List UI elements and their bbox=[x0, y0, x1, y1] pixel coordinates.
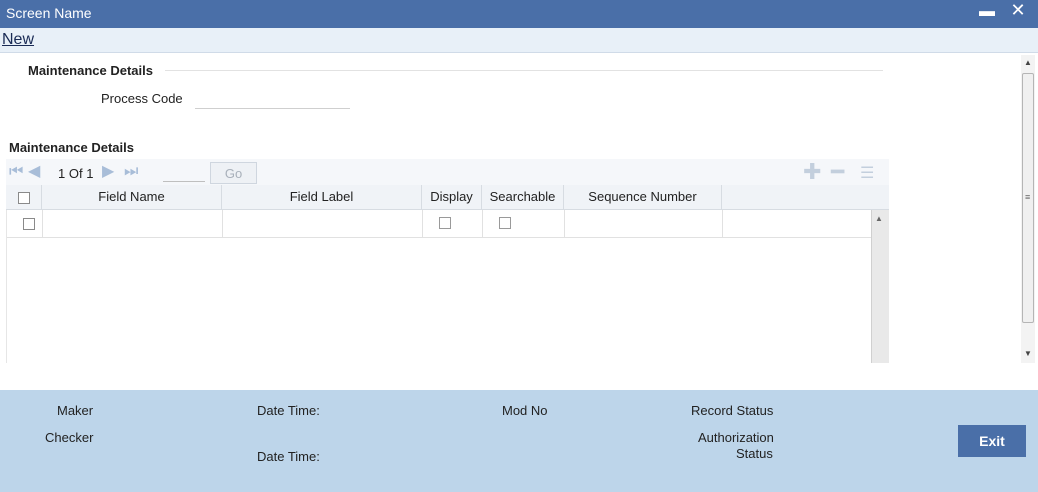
close-icon[interactable]: ✕ bbox=[1008, 1, 1028, 21]
remove-row-icon[interactable]: ━ bbox=[831, 161, 844, 183]
column-header-display[interactable]: Display bbox=[422, 185, 482, 210]
window-title: Screen Name bbox=[6, 5, 92, 21]
grid-toolbar: ⏮ ◀ 1 Of 1 ▶ ⏭ Go ✚ ━ ☰ bbox=[6, 159, 889, 185]
mod-no-label: Mod No bbox=[502, 403, 548, 418]
grid-scroll-up-icon[interactable]: ▲ bbox=[875, 214, 883, 223]
current-page: 1 bbox=[58, 166, 66, 181]
menu-bar: New bbox=[0, 28, 1038, 53]
row-select-cell bbox=[7, 210, 43, 238]
process-code-label: Process Code bbox=[101, 91, 183, 106]
select-all-checkbox[interactable] bbox=[17, 191, 30, 204]
searchable-cell bbox=[483, 210, 565, 238]
checker-date-time-label: Date Time: bbox=[257, 449, 320, 464]
table-row bbox=[7, 210, 872, 238]
grid-section-header: Maintenance Details bbox=[9, 140, 134, 155]
title-bar: Screen Name ▬ ✕ bbox=[0, 0, 1038, 28]
field-label-cell[interactable] bbox=[223, 210, 423, 238]
new-link[interactable]: New bbox=[2, 31, 34, 49]
grid-header: Field Name Field Label Display Searchabl… bbox=[6, 185, 889, 210]
process-code-input[interactable] bbox=[195, 89, 350, 109]
maker-label: Maker bbox=[57, 403, 94, 418]
audit-footer: Maker Checker Date Time: Date Time: Mod … bbox=[0, 390, 1038, 492]
next-page-icon[interactable]: ▶ bbox=[102, 164, 114, 182]
display-checkbox[interactable] bbox=[439, 217, 451, 229]
sequence-number-cell[interactable] bbox=[565, 210, 723, 238]
maintenance-details-header: Maintenance Details bbox=[28, 63, 153, 78]
column-header-searchable[interactable]: Searchable bbox=[482, 185, 564, 210]
column-header-field-name[interactable]: Field Name bbox=[42, 185, 222, 210]
column-header-field-label[interactable]: Field Label bbox=[222, 185, 422, 210]
maker-date-time-label: Date Time: bbox=[257, 403, 320, 418]
authorization-label: Authorization bbox=[698, 430, 774, 445]
last-page-icon[interactable]: ⏭ bbox=[124, 164, 138, 182]
exit-button[interactable]: Exit bbox=[958, 425, 1026, 457]
page-scrollbar[interactable]: ▲ ≡ ▼ bbox=[1021, 55, 1035, 363]
section-divider bbox=[165, 70, 883, 71]
row-select-checkbox[interactable] bbox=[23, 218, 35, 230]
authorization-status-label: Status bbox=[736, 446, 773, 461]
main-content: Maintenance Details Process Code Mainten… bbox=[0, 53, 1020, 390]
scroll-grip-icon: ≡ bbox=[1025, 192, 1031, 202]
page-info: 1 Of 1 bbox=[58, 166, 93, 181]
grid-body bbox=[6, 210, 872, 363]
select-all-cell bbox=[6, 185, 42, 210]
display-cell bbox=[423, 210, 483, 238]
column-header-sequence-number[interactable]: Sequence Number bbox=[564, 185, 722, 210]
total-pages: 1 bbox=[86, 166, 94, 181]
add-row-icon[interactable]: ✚ bbox=[803, 161, 821, 183]
grid-scrollbar[interactable]: ▲ bbox=[871, 210, 889, 363]
field-name-cell[interactable] bbox=[43, 210, 223, 238]
single-record-view-icon[interactable]: ☰ bbox=[860, 163, 874, 185]
scroll-down-icon[interactable]: ▼ bbox=[1021, 349, 1035, 359]
searchable-checkbox[interactable] bbox=[499, 217, 511, 229]
go-button[interactable]: Go bbox=[210, 162, 257, 184]
record-status-label: Record Status bbox=[691, 403, 774, 418]
scroll-thumb[interactable]: ≡ bbox=[1022, 73, 1034, 323]
previous-page-icon[interactable]: ◀ bbox=[28, 164, 40, 182]
minimize-icon[interactable]: ▬ bbox=[979, 3, 995, 23]
scroll-up-icon[interactable]: ▲ bbox=[1021, 58, 1035, 68]
of-label: Of bbox=[68, 166, 83, 181]
page-number-input[interactable] bbox=[163, 164, 205, 182]
first-page-icon[interactable]: ⏮ bbox=[9, 164, 23, 182]
checker-label: Checker bbox=[45, 430, 94, 445]
